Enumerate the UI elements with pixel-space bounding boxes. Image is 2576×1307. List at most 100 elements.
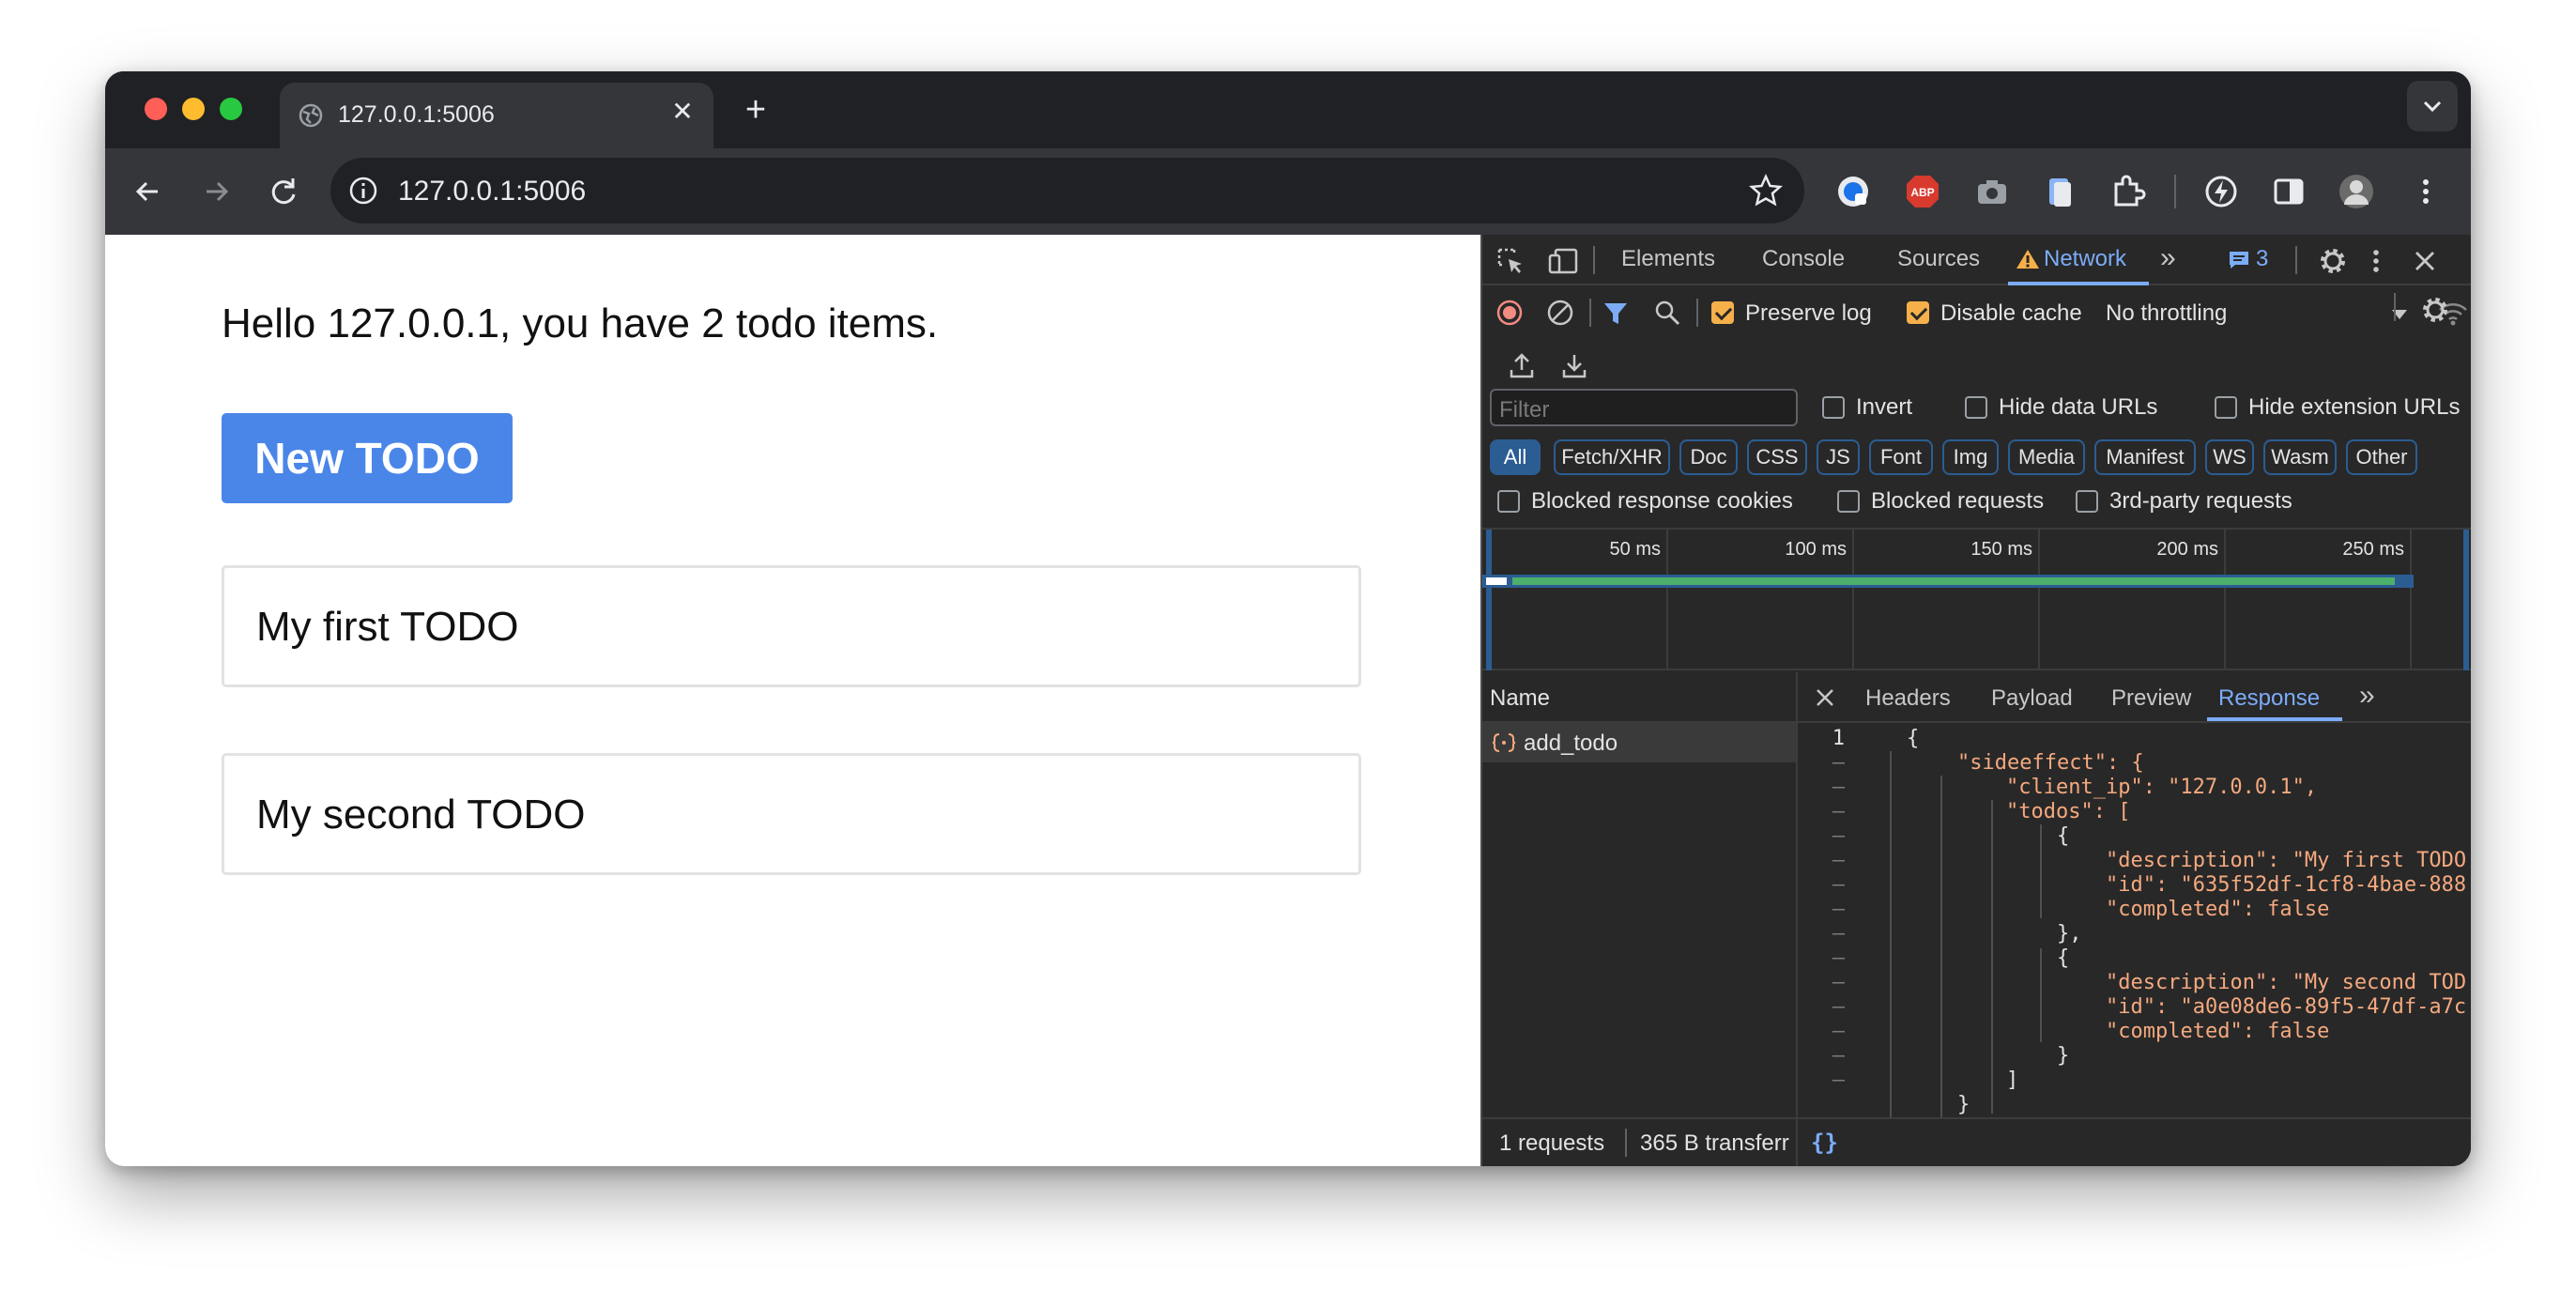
- disable-cache-checkbox[interactable]: [1907, 301, 1929, 324]
- record-stop-icon[interactable]: [1495, 299, 1524, 327]
- zoom-window-button[interactable]: [220, 98, 242, 120]
- forward-icon[interactable]: [195, 171, 237, 212]
- line-number: 1: [1832, 727, 1845, 750]
- filter-chip-js[interactable]: JS: [1817, 439, 1860, 475]
- adblock-plus-icon[interactable]: ABP: [1904, 173, 1941, 210]
- camera-extension-icon[interactable]: [1973, 173, 2011, 210]
- filter-chip-font[interactable]: Font: [1869, 439, 1933, 475]
- address-bar[interactable]: 127.0.0.1:5006: [330, 158, 1804, 223]
- side-panel-icon[interactable]: [2270, 173, 2308, 210]
- performance-icon[interactable]: [2202, 173, 2240, 210]
- issues-count[interactable]: 3: [2256, 246, 2268, 272]
- filter-funnel-icon[interactable]: [1602, 300, 1629, 327]
- minimize-window-button[interactable]: [182, 98, 205, 120]
- tab-headers[interactable]: Headers: [1865, 685, 1951, 712]
- tab-sources[interactable]: Sources: [1897, 246, 1980, 272]
- clear-log-icon[interactable]: [1546, 299, 1574, 327]
- tab-console[interactable]: Console: [1762, 246, 1845, 272]
- toolbar-divider: [1589, 299, 1591, 327]
- tab-payload[interactable]: Payload: [1991, 685, 2073, 712]
- close-window-button[interactable]: [145, 98, 167, 120]
- bookmark-star-icon[interactable]: [1748, 173, 1784, 208]
- browser-tab[interactable]: 127.0.0.1:5006 ✕: [280, 83, 713, 148]
- timeline-tick-label: 100 ms: [1785, 539, 1847, 560]
- pretty-print-button[interactable]: {}: [1811, 1130, 1838, 1156]
- preserve-log-checkbox[interactable]: [1711, 301, 1734, 324]
- third-party-checkbox[interactable]: [2076, 490, 2098, 513]
- back-icon[interactable]: [128, 171, 169, 212]
- throttling-select[interactable]: No throttling: [2106, 300, 2227, 327]
- filter-chip-manifest[interactable]: Manifest: [2094, 439, 2196, 475]
- code-line: "description": "My second TOD: [2106, 971, 2467, 994]
- timeline-tick-label: 250 ms: [2342, 539, 2404, 560]
- filter-chip-all[interactable]: All: [1490, 439, 1541, 475]
- new-tab-button[interactable]: +: [734, 88, 777, 131]
- inspect-element-icon[interactable]: [1495, 246, 1526, 276]
- import-har-icon[interactable]: [1509, 351, 1535, 379]
- more-detail-tabs-icon[interactable]: »: [2359, 680, 2375, 712]
- todo-item[interactable]: My first TODO: [222, 565, 1361, 687]
- filter-chip-media[interactable]: Media: [2008, 439, 2085, 475]
- timeline-tick-label: 50 ms: [1609, 539, 1661, 560]
- network-settings-gear-icon[interactable]: [2420, 295, 2450, 325]
- hide-extension-urls-checkbox[interactable]: [2215, 396, 2237, 419]
- more-tabs-icon[interactable]: »: [2160, 242, 2176, 274]
- code-line: "completed": false: [2106, 1020, 2330, 1043]
- todo-item[interactable]: My second TODO: [222, 753, 1361, 875]
- response-body[interactable]: 1 { – "sideeffect": { – "client_ip": "12…: [1798, 723, 2471, 1117]
- filter-input[interactable]: Filter: [1490, 389, 1798, 426]
- filter-chip-doc[interactable]: Doc: [1679, 439, 1738, 475]
- filter-chip-wasm[interactable]: Wasm: [2263, 439, 2337, 475]
- code-line: "id": "a0e08de6-89f5-47df-a7c: [2106, 995, 2467, 1019]
- clipboard-extension-icon[interactable]: [2041, 173, 2078, 210]
- export-har-icon[interactable]: [1561, 351, 1587, 379]
- close-detail-icon[interactable]: [1815, 687, 1835, 708]
- invert-checkbox[interactable]: [1822, 396, 1845, 419]
- toolbar-divider: [2394, 293, 2396, 321]
- timeline-waiting-bar: [1486, 577, 1507, 585]
- network-timeline-overview[interactable]: 50 ms 100 ms 150 ms 200 ms 250 ms: [1482, 528, 2471, 670]
- toolbar-divider: [1696, 299, 1698, 327]
- reload-icon[interactable]: [263, 171, 304, 212]
- third-party-label: 3rd-party requests: [2109, 488, 2292, 514]
- site-info-icon[interactable]: [347, 175, 379, 207]
- filter-chip-other[interactable]: Other: [2346, 439, 2417, 475]
- fetch-request-icon: [1492, 733, 1516, 752]
- code-line: {: [1907, 727, 1920, 750]
- tab-search-button[interactable]: [2407, 81, 2458, 131]
- settings-gear-icon[interactable]: [2318, 246, 2348, 276]
- status-divider: [1796, 1119, 1798, 1166]
- tab-network[interactable]: Network: [2044, 246, 2126, 272]
- hide-data-urls-label: Hide data URLs: [1999, 394, 2158, 420]
- name-column-header[interactable]: Name: [1482, 672, 1796, 723]
- timeline-left-handle[interactable]: [1486, 530, 1492, 670]
- extensions-puzzle-icon[interactable]: [2108, 173, 2146, 210]
- indent-guide: [2040, 824, 2042, 918]
- browser-menu-icon[interactable]: [2407, 173, 2445, 210]
- tab-preview[interactable]: Preview: [2111, 685, 2191, 712]
- timeline-right-handle[interactable]: [2463, 530, 2469, 670]
- new-todo-button[interactable]: New TODO: [222, 413, 513, 503]
- devtools-divider: [2295, 246, 2297, 274]
- tab-elements[interactable]: Elements: [1621, 246, 1715, 272]
- requests-count: 1 requests: [1499, 1130, 1605, 1156]
- hide-data-urls-checkbox[interactable]: [1965, 396, 1987, 419]
- close-devtools-icon[interactable]: [2412, 248, 2438, 274]
- blocked-requests-checkbox[interactable]: [1837, 490, 1860, 513]
- devtools-menu-icon[interactable]: [2367, 246, 2385, 276]
- tab-response[interactable]: Response: [2218, 685, 2320, 712]
- profile-avatar[interactable]: [2338, 173, 2375, 210]
- filter-chip-fetch-xhr[interactable]: Fetch/XHR: [1554, 439, 1670, 475]
- filter-chip-ws[interactable]: WS: [2205, 439, 2254, 475]
- filter-chip-img[interactable]: Img: [1942, 439, 1999, 475]
- device-toolbar-icon[interactable]: [1548, 246, 1580, 276]
- request-row[interactable]: add_todo: [1482, 723, 1796, 762]
- issues-message-icon[interactable]: [2228, 250, 2250, 270]
- search-icon[interactable]: [1653, 299, 1681, 327]
- password-manager-extension-icon[interactable]: [1834, 173, 1872, 210]
- line-number: –: [1832, 1044, 1845, 1068]
- blocked-cookies-checkbox[interactable]: [1497, 490, 1520, 513]
- close-tab-icon[interactable]: ✕: [667, 96, 698, 128]
- filter-chip-css[interactable]: CSS: [1747, 439, 1807, 475]
- code-line: {: [2057, 824, 2070, 848]
